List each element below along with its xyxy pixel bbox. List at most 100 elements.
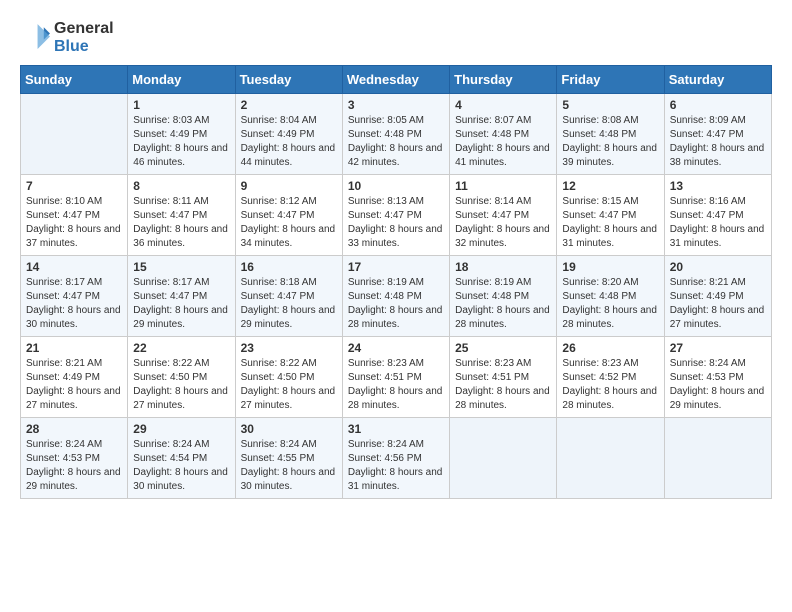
calendar-week-5: 28 Sunrise: 8:24 AMSunset: 4:53 PMDayligh… <box>21 418 772 499</box>
calendar-cell: 9 Sunrise: 8:12 AMSunset: 4:47 PMDaylight… <box>235 175 342 256</box>
weekday-header-saturday: Saturday <box>664 66 771 94</box>
day-number: 24 <box>348 341 444 355</box>
cell-info: Sunrise: 8:12 AMSunset: 4:47 PMDaylight:… <box>241 195 337 251</box>
day-number: 14 <box>26 260 122 274</box>
cell-info: Sunrise: 8:16 AMSunset: 4:47 PMDaylight:… <box>670 195 766 251</box>
day-number: 27 <box>670 341 766 355</box>
calendar-cell <box>450 418 557 499</box>
day-number: 20 <box>670 260 766 274</box>
cell-info: Sunrise: 8:09 AMSunset: 4:47 PMDaylight:… <box>670 114 766 170</box>
weekday-header-friday: Friday <box>557 66 664 94</box>
weekday-header-row: SundayMondayTuesdayWednesdayThursdayFrid… <box>21 66 772 94</box>
calendar-cell: 14 Sunrise: 8:17 AMSunset: 4:47 PMDayligh… <box>21 256 128 337</box>
calendar-cell: 8 Sunrise: 8:11 AMSunset: 4:47 PMDaylight… <box>128 175 235 256</box>
day-number: 10 <box>348 179 444 193</box>
calendar-cell: 16Sunrise: 8:18 AMSunset: 4:47 PMDayligh… <box>235 256 342 337</box>
calendar-cell <box>664 418 771 499</box>
weekday-header-sunday: Sunday <box>21 66 128 94</box>
cell-info: Sunrise: 8:14 AMSunset: 4:47 PMDaylight:… <box>455 195 551 251</box>
cell-info: Sunrise: 8:24 AMSunset: 4:53 PMDaylight:… <box>26 438 122 494</box>
calendar-cell: 5Sunrise: 8:08 AMSunset: 4:48 PMDaylight… <box>557 94 664 175</box>
calendar-cell: 3 Sunrise: 8:05 AMSunset: 4:48 PMDaylight… <box>342 94 449 175</box>
calendar-week-4: 21Sunrise: 8:21 AMSunset: 4:49 PMDayligh… <box>21 337 772 418</box>
cell-info: Sunrise: 8:22 AMSunset: 4:50 PMDaylight:… <box>241 357 337 413</box>
logo: General Blue <box>20 20 114 55</box>
day-number: 25 <box>455 341 551 355</box>
weekday-header-wednesday: Wednesday <box>342 66 449 94</box>
calendar-cell: 29Sunrise: 8:24 AMSunset: 4:54 PMDayligh… <box>128 418 235 499</box>
calendar-cell: 18Sunrise: 8:19 AMSunset: 4:48 PMDayligh… <box>450 256 557 337</box>
calendar-cell: 27 Sunrise: 8:24 AMSunset: 4:53 PMDayligh… <box>664 337 771 418</box>
calendar-cell: 12 Sunrise: 8:15 AMSunset: 4:47 PMDayligh… <box>557 175 664 256</box>
day-number: 12 <box>562 179 658 193</box>
calendar-cell: 7 Sunrise: 8:10 AMSunset: 4:47 PMDaylight… <box>21 175 128 256</box>
day-number: 29 <box>133 422 229 436</box>
calendar-cell: 21Sunrise: 8:21 AMSunset: 4:49 PMDayligh… <box>21 337 128 418</box>
calendar-week-3: 14 Sunrise: 8:17 AMSunset: 4:47 PMDayligh… <box>21 256 772 337</box>
cell-info: Sunrise: 8:05 AMSunset: 4:48 PMDaylight:… <box>348 114 444 170</box>
calendar-cell: 10 Sunrise: 8:13 AMSunset: 4:47 PMDayligh… <box>342 175 449 256</box>
calendar-cell: 24 Sunrise: 8:23 AMSunset: 4:51 PMDayligh… <box>342 337 449 418</box>
cell-info: Sunrise: 8:21 AMSunset: 4:49 PMDaylight:… <box>670 276 766 332</box>
day-number: 22 <box>133 341 229 355</box>
calendar-cell: 26 Sunrise: 8:23 AMSunset: 4:52 PMDayligh… <box>557 337 664 418</box>
calendar-cell: 20 Sunrise: 8:21 AMSunset: 4:49 PMDayligh… <box>664 256 771 337</box>
logo-blue: Blue <box>54 38 89 55</box>
weekday-header-thursday: Thursday <box>450 66 557 94</box>
day-number: 13 <box>670 179 766 193</box>
cell-info: Sunrise: 8:23 AMSunset: 4:52 PMDaylight:… <box>562 357 658 413</box>
day-number: 28 <box>26 422 122 436</box>
calendar-cell: 4Sunrise: 8:07 AMSunset: 4:48 PMDaylight… <box>450 94 557 175</box>
calendar-cell: 11 Sunrise: 8:14 AMSunset: 4:47 PMDayligh… <box>450 175 557 256</box>
calendar-cell: 1 Sunrise: 8:03 AMSunset: 4:49 PMDaylight… <box>128 94 235 175</box>
cell-info: Sunrise: 8:23 AMSunset: 4:51 PMDaylight:… <box>455 357 551 413</box>
cell-info: Sunrise: 8:08 AMSunset: 4:48 PMDaylight:… <box>562 114 658 170</box>
day-number: 2 <box>241 98 337 112</box>
day-number: 8 <box>133 179 229 193</box>
cell-info: Sunrise: 8:11 AMSunset: 4:47 PMDaylight:… <box>133 195 229 251</box>
day-number: 15 <box>133 260 229 274</box>
calendar-cell: 15 Sunrise: 8:17 AMSunset: 4:47 PMDayligh… <box>128 256 235 337</box>
day-number: 7 <box>26 179 122 193</box>
calendar-week-1: 1 Sunrise: 8:03 AMSunset: 4:49 PMDaylight… <box>21 94 772 175</box>
day-number: 6 <box>670 98 766 112</box>
calendar-cell: 13 Sunrise: 8:16 AMSunset: 4:47 PMDayligh… <box>664 175 771 256</box>
calendar-cell: 22 Sunrise: 8:22 AMSunset: 4:50 PMDayligh… <box>128 337 235 418</box>
cell-info: Sunrise: 8:03 AMSunset: 4:49 PMDaylight:… <box>133 114 229 170</box>
calendar-cell: 2 Sunrise: 8:04 AMSunset: 4:49 PMDaylight… <box>235 94 342 175</box>
logo-general: General <box>54 20 114 37</box>
page-header: General Blue <box>20 20 772 55</box>
cell-info: Sunrise: 8:17 AMSunset: 4:47 PMDaylight:… <box>26 276 122 332</box>
calendar-cell: 17Sunrise: 8:19 AMSunset: 4:48 PMDayligh… <box>342 256 449 337</box>
day-number: 30 <box>241 422 337 436</box>
cell-info: Sunrise: 8:20 AMSunset: 4:48 PMDaylight:… <box>562 276 658 332</box>
day-number: 11 <box>455 179 551 193</box>
cell-info: Sunrise: 8:24 AMSunset: 4:55 PMDaylight:… <box>241 438 337 494</box>
day-number: 26 <box>562 341 658 355</box>
day-number: 16 <box>241 260 337 274</box>
calendar-cell: 6 Sunrise: 8:09 AMSunset: 4:47 PMDaylight… <box>664 94 771 175</box>
calendar-cell: 23Sunrise: 8:22 AMSunset: 4:50 PMDayligh… <box>235 337 342 418</box>
cell-info: Sunrise: 8:22 AMSunset: 4:50 PMDaylight:… <box>133 357 229 413</box>
day-number: 19 <box>562 260 658 274</box>
cell-info: Sunrise: 8:10 AMSunset: 4:47 PMDaylight:… <box>26 195 122 251</box>
day-number: 1 <box>133 98 229 112</box>
day-number: 3 <box>348 98 444 112</box>
cell-info: Sunrise: 8:13 AMSunset: 4:47 PMDaylight:… <box>348 195 444 251</box>
cell-info: Sunrise: 8:04 AMSunset: 4:49 PMDaylight:… <box>241 114 337 170</box>
cell-info: Sunrise: 8:17 AMSunset: 4:47 PMDaylight:… <box>133 276 229 332</box>
calendar-cell: 25 Sunrise: 8:23 AMSunset: 4:51 PMDayligh… <box>450 337 557 418</box>
cell-info: Sunrise: 8:24 AMSunset: 4:56 PMDaylight:… <box>348 438 444 494</box>
calendar-cell <box>21 94 128 175</box>
weekday-header-monday: Monday <box>128 66 235 94</box>
cell-info: Sunrise: 8:21 AMSunset: 4:49 PMDaylight:… <box>26 357 122 413</box>
cell-info: Sunrise: 8:07 AMSunset: 4:48 PMDaylight:… <box>455 114 551 170</box>
cell-info: Sunrise: 8:15 AMSunset: 4:47 PMDaylight:… <box>562 195 658 251</box>
cell-info: Sunrise: 8:24 AMSunset: 4:53 PMDaylight:… <box>670 357 766 413</box>
cell-info: Sunrise: 8:19 AMSunset: 4:48 PMDaylight:… <box>348 276 444 332</box>
calendar-cell: 30 Sunrise: 8:24 AMSunset: 4:55 PMDayligh… <box>235 418 342 499</box>
day-number: 9 <box>241 179 337 193</box>
calendar-cell: 19 Sunrise: 8:20 AMSunset: 4:48 PMDayligh… <box>557 256 664 337</box>
calendar-table: SundayMondayTuesdayWednesdayThursdayFrid… <box>20 65 772 499</box>
cell-info: Sunrise: 8:23 AMSunset: 4:51 PMDaylight:… <box>348 357 444 413</box>
